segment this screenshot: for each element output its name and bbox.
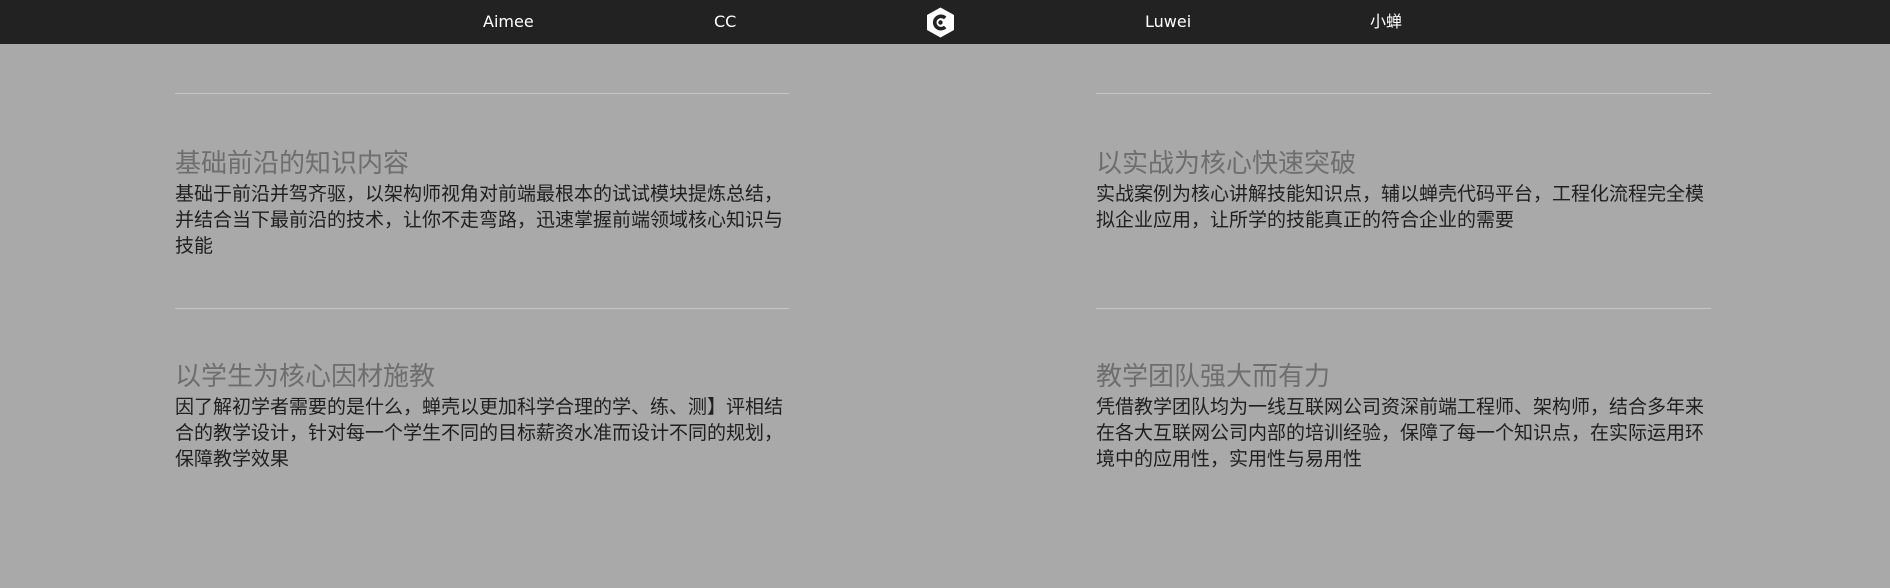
feature-title: 以学生为核心因材施教 bbox=[175, 362, 436, 392]
feature-block-practice: 以实战为核心快速突破 实战案例为核心讲解技能知识点，辅以蝉壳代码平台，工程化流程… bbox=[1096, 147, 1711, 233]
feature-block-student-centered: 以学生为核心因材施教 因了解初学者需要的是什么，蝉壳以更加科学合理的学、练、测】… bbox=[175, 360, 790, 472]
feature-title: 教学团队强大而有力 bbox=[1096, 362, 1331, 392]
nav-link-aimee[interactable]: Aimee bbox=[483, 0, 534, 44]
nav-link-xiaochan[interactable]: 小蝉 bbox=[1370, 0, 1402, 44]
nav-link-luwei[interactable]: Luwei bbox=[1145, 0, 1191, 44]
top-navbar: Aimee CC Luwei 小蝉 bbox=[0, 0, 1890, 44]
nav-link-cc[interactable]: CC bbox=[714, 0, 736, 44]
divider-middle-right bbox=[1096, 308, 1711, 309]
feature-block-teaching-team: 教学团队强大而有力 凭借教学团队均为一线互联网公司资深前端工程师、架构师，结合多… bbox=[1096, 360, 1711, 472]
feature-title: 基础前沿的知识内容 bbox=[175, 149, 410, 179]
divider-top-right bbox=[1096, 93, 1711, 94]
feature-description: 因了解初学者需要的是什么，蝉壳以更加科学合理的学、练、测】评相结合的教学设计，针… bbox=[175, 396, 784, 470]
hexagon-c-logo-icon[interactable] bbox=[926, 7, 955, 38]
feature-title: 以实战为核心快速突破 bbox=[1096, 149, 1357, 179]
divider-top-left bbox=[175, 93, 789, 94]
feature-description: 基础于前沿并驾齐驱，以架构师视角对前端最根本的试试模块提炼总结，并结合当下最前沿… bbox=[175, 183, 784, 257]
feature-block-foundation: 基础前沿的知识内容 基础于前沿并驾齐驱，以架构师视角对前端最根本的试试模块提炼总… bbox=[175, 147, 790, 259]
feature-description: 凭借教学团队均为一线互联网公司资深前端工程师、架构师，结合多年来在各大互联网公司… bbox=[1096, 396, 1705, 470]
feature-description: 实战案例为核心讲解技能知识点，辅以蝉壳代码平台，工程化流程完全模拟企业应用，让所… bbox=[1096, 183, 1705, 231]
divider-middle-left bbox=[175, 308, 789, 309]
